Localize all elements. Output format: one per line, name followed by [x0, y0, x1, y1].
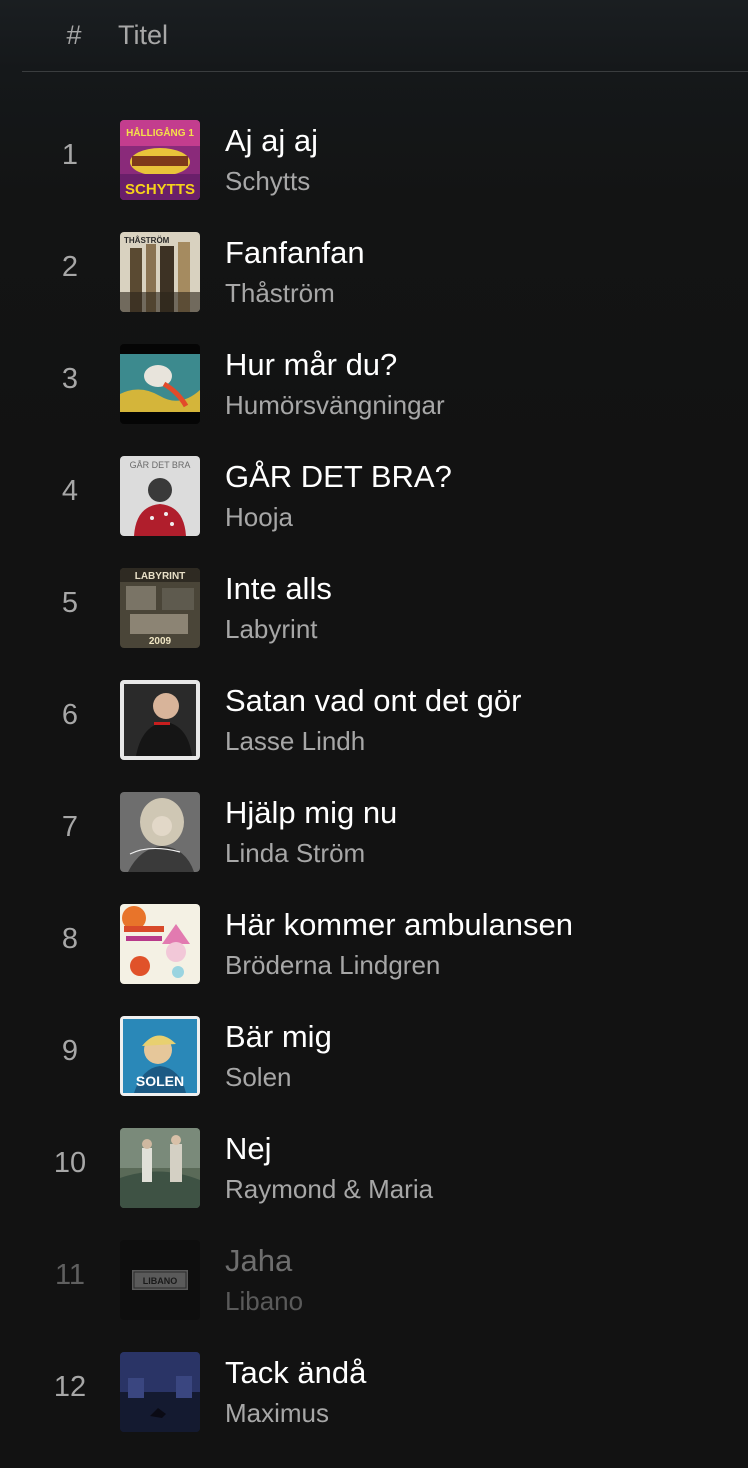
track-artist[interactable]: Linda Ström [225, 838, 365, 869]
track-row[interactable]: 7 Hjälp mig nu Linda Ström [0, 792, 748, 904]
album-art: SOLEN [120, 1016, 200, 1096]
track-row[interactable]: 10 Nej Raymond & Maria [0, 1128, 748, 1240]
track-artist[interactable]: Bröderna Lindgren [225, 950, 440, 981]
album-art: LIBANO [120, 1240, 200, 1320]
track-row[interactable]: 4 GÅR DET BRA GÅR DET BRA? Hooja [0, 456, 748, 568]
track-artist[interactable]: Schytts [225, 166, 310, 197]
svg-text:HÅLLIGÅNG 1: HÅLLIGÅNG 1 [126, 126, 194, 139]
track-title[interactable]: Inte alls [225, 571, 332, 607]
svg-text:2009: 2009 [149, 636, 172, 647]
album-art [120, 792, 200, 872]
track-row[interactable]: 5 LABYRINT 2009 Inte alls Labyrint [0, 568, 748, 680]
track-artist[interactable]: Hooja [225, 502, 293, 533]
album-art [120, 1352, 200, 1432]
track-row[interactable]: 9 SOLEN Bär mig Solen [0, 1016, 748, 1128]
track-title[interactable]: Hur mår du? [225, 347, 397, 383]
svg-text:GÅR DET BRA: GÅR DET BRA [130, 460, 191, 470]
svg-text:THÅSTRÖM: THÅSTRÖM [124, 236, 170, 245]
album-art: LABYRINT 2009 [120, 568, 200, 648]
track-number: 1 [61, 139, 79, 171]
track-number: 6 [61, 699, 79, 731]
track-row[interactable]: 12 Tack ändå Maximus [0, 1352, 748, 1464]
track-number-column-header: # [66, 20, 82, 50]
track-title[interactable]: GÅR DET BRA? [225, 459, 452, 495]
track-row[interactable]: 2 THÅSTRÖM Fanfanfan Thåström [0, 232, 748, 344]
svg-text:SOLEN: SOLEN [136, 1073, 184, 1089]
tracklist-page: # Titel 1 HÅLLIGÅNG 1 SCHYTTS Aj aj aj S… [0, 0, 748, 1468]
track-row[interactable]: 1 HÅLLIGÅNG 1 SCHYTTS Aj aj aj Schytts [0, 120, 748, 232]
track-title[interactable]: Hjälp mig nu [225, 795, 397, 831]
track-number: 7 [61, 811, 79, 843]
svg-text:SCHYTTS: SCHYTTS [125, 181, 195, 198]
track-title[interactable]: Tack ändå [225, 1355, 366, 1391]
track-title[interactable]: Bär mig [225, 1019, 332, 1055]
track-artist[interactable]: Labyrint [225, 614, 318, 645]
svg-text:LIBANO: LIBANO [143, 1276, 178, 1286]
album-art [120, 344, 200, 424]
track-number: 8 [61, 923, 79, 955]
track-row[interactable]: 3 Hur mår du? Humörsvängningar [0, 344, 748, 456]
album-art: THÅSTRÖM [120, 232, 200, 312]
track-artist[interactable]: Raymond & Maria [225, 1174, 433, 1205]
svg-text:LABYRINT: LABYRINT [135, 571, 186, 582]
album-art [120, 1128, 200, 1208]
track-row-unavailable: 11 LIBANO Jaha Libano [0, 1240, 748, 1352]
title-column-header[interactable]: Titel [118, 20, 168, 51]
track-artist[interactable]: Maximus [225, 1398, 329, 1429]
track-number: 9 [61, 1035, 79, 1067]
album-art [120, 904, 200, 984]
track-row[interactable]: 8 Här kommer ambulansen Bröderna Lindgre… [0, 904, 748, 1016]
track-artist: Libano [225, 1286, 304, 1316]
track-number: 10 [53, 1147, 87, 1179]
track-title[interactable]: Fanfanfan [225, 235, 365, 271]
tracklist-header: # Titel [22, 0, 748, 72]
album-art: GÅR DET BRA [120, 456, 200, 536]
track-title[interactable]: Satan vad ont det gör [225, 683, 521, 719]
track-artist[interactable]: Solen [225, 1062, 292, 1093]
track-artist[interactable]: Lasse Lindh [225, 726, 365, 757]
track-number: 4 [61, 475, 79, 507]
album-art [120, 680, 200, 760]
track-row[interactable]: 6 Satan vad ont det gör Lasse Lindh [0, 680, 748, 792]
track-number: 2 [61, 251, 79, 283]
track-title[interactable]: Aj aj aj [225, 123, 318, 159]
track-artist[interactable]: Humörsvängningar [225, 390, 445, 421]
album-art: HÅLLIGÅNG 1 SCHYTTS [120, 120, 200, 200]
track-title[interactable]: Här kommer ambulansen [225, 907, 573, 943]
track-number: 12 [53, 1371, 87, 1403]
track-number: 3 [61, 363, 79, 395]
track-title: Jaha [225, 1243, 293, 1278]
track-number: 11 [54, 1259, 86, 1291]
track-title[interactable]: Nej [225, 1131, 272, 1167]
track-artist[interactable]: Thåström [225, 278, 335, 309]
track-number: 5 [61, 587, 79, 619]
